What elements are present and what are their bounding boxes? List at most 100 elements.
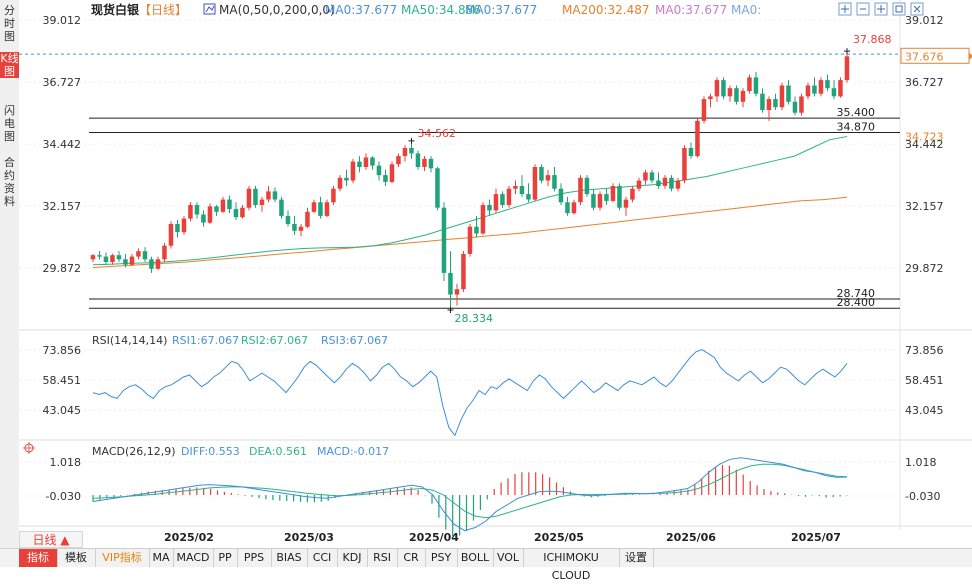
- candle-body[interactable]: [422, 158, 427, 167]
- candle-body[interactable]: [591, 194, 596, 208]
- candle-body[interactable]: [695, 120, 700, 157]
- indicator-tab[interactable]: BIAS: [271, 549, 308, 567]
- indicator-tab[interactable]: VOL: [493, 549, 524, 567]
- indicator-tab[interactable]: KDJ: [337, 549, 368, 567]
- candle-body[interactable]: [480, 205, 486, 234]
- candle-body[interactable]: [363, 157, 369, 168]
- candle-body[interactable]: [831, 88, 837, 97]
- indicator-tab[interactable]: 指标: [19, 549, 58, 567]
- candle-body[interactable]: [727, 88, 733, 97]
- candle-body[interactable]: [643, 172, 648, 181]
- candle-body[interactable]: [773, 99, 778, 108]
- candle-body[interactable]: [344, 177, 349, 181]
- indicator-tab[interactable]: RSI: [367, 549, 398, 567]
- candle-body[interactable]: [506, 188, 512, 205]
- candle-body[interactable]: [461, 253, 466, 290]
- candle-body[interactable]: [123, 259, 128, 265]
- candle-body[interactable]: [149, 259, 154, 269]
- candle-body[interactable]: [129, 256, 135, 265]
- candle-body[interactable]: [298, 226, 304, 231]
- candle-body[interactable]: [435, 168, 440, 208]
- minus-icon[interactable]: [856, 2, 870, 16]
- chart-area[interactable]: 现货白银 【日线】 MA(0,50,0,200,0,0) MA0:37.677 M…: [19, 0, 972, 548]
- indicator-tab[interactable]: CCI: [307, 549, 338, 567]
- candle-body[interactable]: [266, 191, 271, 200]
- indicator-tab[interactable]: PSY: [425, 549, 458, 567]
- candle-body[interactable]: [227, 199, 232, 210]
- candle-body[interactable]: [734, 88, 739, 102]
- candle-body[interactable]: [90, 255, 96, 260]
- candle-body[interactable]: [688, 148, 694, 157]
- candle-body[interactable]: [539, 167, 544, 181]
- candle-body[interactable]: [558, 188, 564, 203]
- candle-body[interactable]: [415, 153, 421, 167]
- candle-body[interactable]: [207, 206, 213, 223]
- candle-body[interactable]: [324, 202, 330, 216]
- candle-body[interactable]: [630, 188, 635, 200]
- candle-body[interactable]: [669, 177, 674, 189]
- indicator-tab[interactable]: MA: [149, 549, 174, 567]
- candle-body[interactable]: [454, 289, 460, 295]
- candle-body[interactable]: [500, 194, 505, 205]
- candle-body[interactable]: [610, 186, 616, 201]
- candle-body[interactable]: [636, 180, 642, 189]
- candle-body[interactable]: [285, 215, 291, 224]
- candle-body[interactable]: [181, 218, 187, 233]
- candle-body[interactable]: [526, 194, 531, 200]
- candle-body[interactable]: [233, 209, 239, 218]
- candle-body[interactable]: [701, 99, 707, 121]
- candle-body[interactable]: [220, 199, 226, 212]
- candle-body[interactable]: [409, 148, 414, 154]
- candle-body[interactable]: [474, 226, 479, 234]
- candle-body[interactable]: [259, 199, 265, 205]
- candle-body[interactable]: [136, 251, 141, 257]
- candle-body[interactable]: [753, 77, 759, 94]
- candle-body[interactable]: [370, 157, 375, 166]
- candle-body[interactable]: [253, 188, 258, 205]
- candle-body[interactable]: [155, 259, 161, 269]
- candle-body[interactable]: [838, 80, 843, 97]
- candle-body[interactable]: [721, 80, 726, 97]
- candle-body[interactable]: [376, 165, 382, 176]
- candle-body[interactable]: [201, 214, 206, 223]
- candle-body[interactable]: [844, 56, 850, 81]
- candle-body[interactable]: [532, 167, 538, 200]
- candle-body[interactable]: [441, 207, 447, 273]
- candle-body[interactable]: [818, 80, 824, 94]
- candle-body[interactable]: [565, 202, 570, 214]
- candle-body[interactable]: [305, 211, 310, 227]
- candle-body[interactable]: [194, 205, 200, 215]
- restore-icon[interactable]: [892, 2, 906, 16]
- indicator-tab[interactable]: PPS: [237, 549, 272, 567]
- candle-body[interactable]: [604, 194, 609, 201]
- candle-body[interactable]: [103, 256, 109, 262]
- indicator-tab[interactable]: 模板: [57, 549, 96, 567]
- candle-body[interactable]: [162, 245, 167, 260]
- indicator-tab[interactable]: VIP指标: [95, 549, 150, 567]
- sidebar-tab-contract-info[interactable]: 合约资料: [0, 156, 19, 208]
- candle-body[interactable]: [246, 188, 252, 208]
- candle-body[interactable]: [116, 255, 122, 260]
- candle-body[interactable]: [487, 205, 492, 211]
- sidebar-tab-timeshare[interactable]: 分时图: [0, 4, 19, 43]
- candle-body[interactable]: [448, 272, 453, 295]
- candle-body[interactable]: [675, 180, 681, 189]
- candle-body[interactable]: [292, 224, 297, 231]
- candle-body[interactable]: [214, 206, 219, 212]
- candle-body[interactable]: [760, 93, 765, 110]
- candle-body[interactable]: [428, 158, 434, 169]
- candle-body[interactable]: [708, 96, 713, 100]
- candle-body[interactable]: [714, 80, 720, 97]
- candle-body[interactable]: [168, 224, 174, 246]
- candle-body[interactable]: [467, 226, 473, 254]
- candle-body[interactable]: [331, 188, 336, 203]
- plus-icon[interactable]: [874, 2, 888, 16]
- candle-body[interactable]: [175, 224, 180, 233]
- candle-body[interactable]: [350, 161, 356, 181]
- candle-body[interactable]: [240, 207, 245, 218]
- candle-body[interactable]: [318, 202, 323, 216]
- candle-body[interactable]: [812, 85, 817, 94]
- candle-body[interactable]: [747, 77, 752, 91]
- candle-body[interactable]: [779, 85, 785, 108]
- candle-body[interactable]: [571, 202, 577, 214]
